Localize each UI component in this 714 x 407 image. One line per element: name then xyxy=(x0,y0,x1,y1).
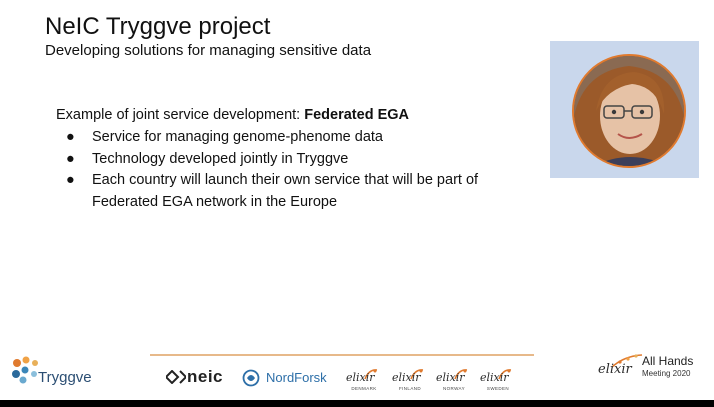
bullet-list: ● Service for managing genome-phenome da… xyxy=(56,127,512,213)
slide: NeIC Tryggve project Developing solution… xyxy=(0,0,714,400)
bullet-text: Service for managing genome-phenome data xyxy=(92,129,383,145)
intro-highlight: Federated EGA xyxy=(304,107,409,123)
tryggve-label: Tryggve xyxy=(38,369,92,386)
elixir-country: DENMARK xyxy=(351,386,377,391)
presenter-portrait-icon xyxy=(572,54,686,168)
nordforsk-logo: NordForsk xyxy=(242,368,334,388)
elixir-word: elixir xyxy=(346,371,375,384)
neic-label: neic xyxy=(187,367,224,386)
presenter-photo xyxy=(550,41,699,178)
intro-line: Example of joint service development: Fe… xyxy=(56,107,409,123)
bullet-item: ● Each country will launch their own ser… xyxy=(56,170,512,213)
slide-subtitle: Developing solutions for managing sensit… xyxy=(45,42,372,59)
tryggve-logo: Tryggve xyxy=(10,356,100,388)
slide-title: NeIC Tryggve project xyxy=(45,13,271,40)
nordforsk-label: NordForsk xyxy=(266,370,327,385)
allhands-elixir-word: elixir xyxy=(598,362,632,377)
bottom-bar xyxy=(0,400,714,407)
bullet-dot-icon: ● xyxy=(66,150,75,167)
bullet-item: ● Technology developed jointly in Tryggv… xyxy=(56,149,512,171)
footer-divider xyxy=(150,354,534,356)
allhands-title: All Hands xyxy=(642,354,694,368)
intro-text: Example of joint service development: xyxy=(56,107,305,123)
neic-diamond-icon xyxy=(166,370,186,384)
bullet-text: Technology developed jointly in Tryggve xyxy=(92,150,349,167)
allhands-subtitle: Meeting 2020 xyxy=(642,369,691,378)
elixir-denmark-logo: elixir DENMARK xyxy=(346,368,382,394)
elixir-finland-logo: elixir FINLAND xyxy=(392,368,428,394)
elixir-norway-logo: elixir NORWAY xyxy=(436,368,472,394)
elixir-country: FINLAND xyxy=(398,386,422,391)
neic-logo: neic xyxy=(166,367,230,389)
elixir-word: elixir xyxy=(436,371,465,384)
elixir-allhands-logo: elixir All Hands Meeting 2020 xyxy=(596,352,702,382)
bullet-text: Each country will launch their own servi… xyxy=(92,172,479,210)
elixir-word: elixir xyxy=(480,371,509,384)
bullet-item: ● Service for managing genome-phenome da… xyxy=(56,127,512,149)
bullet-dot-icon: ● xyxy=(66,129,75,145)
elixir-country: SWEDEN xyxy=(486,386,510,391)
bullet-dot-icon: ● xyxy=(66,172,75,188)
elixir-word: elixir xyxy=(392,371,421,384)
elixir-sweden-logo: elixir SWEDEN xyxy=(480,368,516,394)
nordforsk-circle-icon xyxy=(242,369,260,387)
elixir-country: NORWAY xyxy=(442,386,466,391)
